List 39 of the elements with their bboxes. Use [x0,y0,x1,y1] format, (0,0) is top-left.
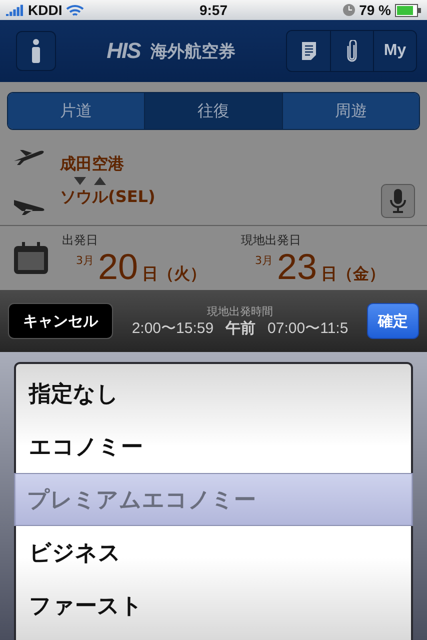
signal-icon [6,4,24,16]
document-icon [302,42,316,60]
paperclip-icon [347,40,357,62]
date-label: 出発日 [62,232,99,248]
logo: HIS [106,38,140,64]
status-time: 9:57 [199,2,228,18]
time-range-text: 07:00〜11:5 [268,319,348,338]
trip-type-tab[interactable]: 往復 [144,93,282,129]
confirm-button[interactable]: 確定 [367,303,419,339]
battery-percent: 79 % [359,2,391,18]
paperclip-button[interactable] [330,31,373,71]
picker-option[interactable]: プレミアムエコノミー [14,473,413,526]
clock-icon [343,4,356,16]
time-range-text: 午前 [226,319,256,338]
wifi-icon [66,4,84,16]
calendar-icon [14,242,48,274]
departure-airport[interactable]: 成田空港 [60,154,367,174]
cancel-button[interactable]: キャンセル [8,303,113,339]
down-triangle-icon [74,176,86,184]
carrier-name: KDDI [28,2,62,18]
microphone-button[interactable] [381,184,415,218]
info-button[interactable] [16,31,56,71]
microphone-icon [390,188,406,212]
battery-icon [395,4,421,16]
nav-title: 海外航空券 [150,40,236,62]
trip-type-tab[interactable]: 片道 [8,93,144,129]
info-icon [31,39,41,63]
picker-option[interactable]: 指定なし [16,367,411,420]
document-button[interactable] [287,31,330,71]
time-label: 現地出発時間 [207,304,273,319]
date-label: 現地出発日 [241,232,302,248]
up-triangle-icon [94,176,106,184]
time-range-text: 2:00〜15:59 [132,319,214,338]
picker-option[interactable]: エコノミー [16,420,411,473]
trip-type-tab[interactable]: 周遊 [282,93,419,129]
arrival-airport[interactable]: ソウル(SEL) [60,186,367,208]
picker-option[interactable]: ファースト [16,579,411,632]
my-button[interactable]: My [373,31,416,71]
picker-option[interactable]: ビジネス [16,526,411,579]
